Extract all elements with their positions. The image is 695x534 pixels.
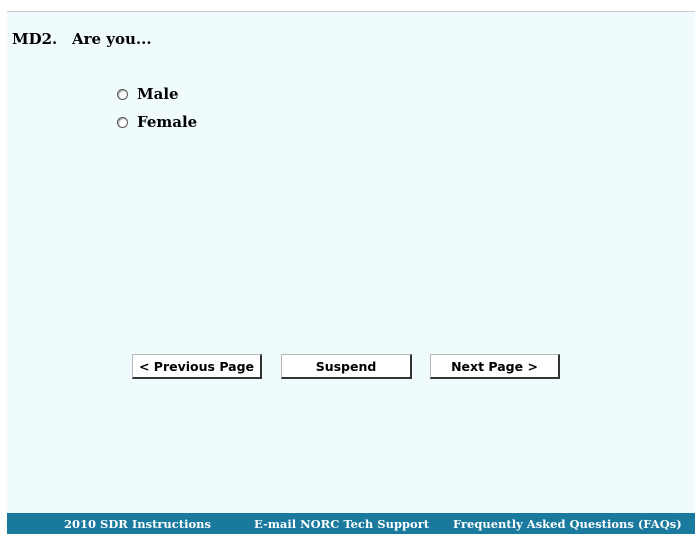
footer-link-tech-support[interactable]: E-mail NORC Tech Support [254, 517, 429, 531]
question-text: Are you... [72, 30, 152, 48]
radio-button-male[interactable] [117, 88, 128, 100]
footer-link-faqs[interactable]: Frequently Asked Questions (FAQs) [453, 517, 682, 531]
previous-page-button[interactable]: < Previous Page [132, 354, 262, 379]
answer-options: Male Female [117, 80, 197, 136]
suspend-button[interactable]: Suspend [281, 354, 412, 379]
survey-page: MD2. Are you... Male Female < Previous Pa… [7, 11, 695, 534]
option-label-male: Male [137, 85, 179, 103]
question-number: MD2. [12, 30, 58, 48]
navigation-buttons: < Previous Page Suspend Next Page > [7, 354, 695, 380]
option-male[interactable]: Male [117, 80, 197, 108]
question-heading: MD2. Are you... [12, 30, 152, 48]
footer-link-instructions[interactable]: 2010 SDR Instructions [64, 517, 211, 531]
option-label-female: Female [137, 113, 198, 131]
option-female[interactable]: Female [117, 108, 197, 136]
next-page-button[interactable]: Next Page > [430, 354, 560, 379]
radio-button-female[interactable] [117, 116, 128, 128]
footer-bar: 2010 SDR Instructions E-mail NORC Tech S… [7, 513, 695, 534]
